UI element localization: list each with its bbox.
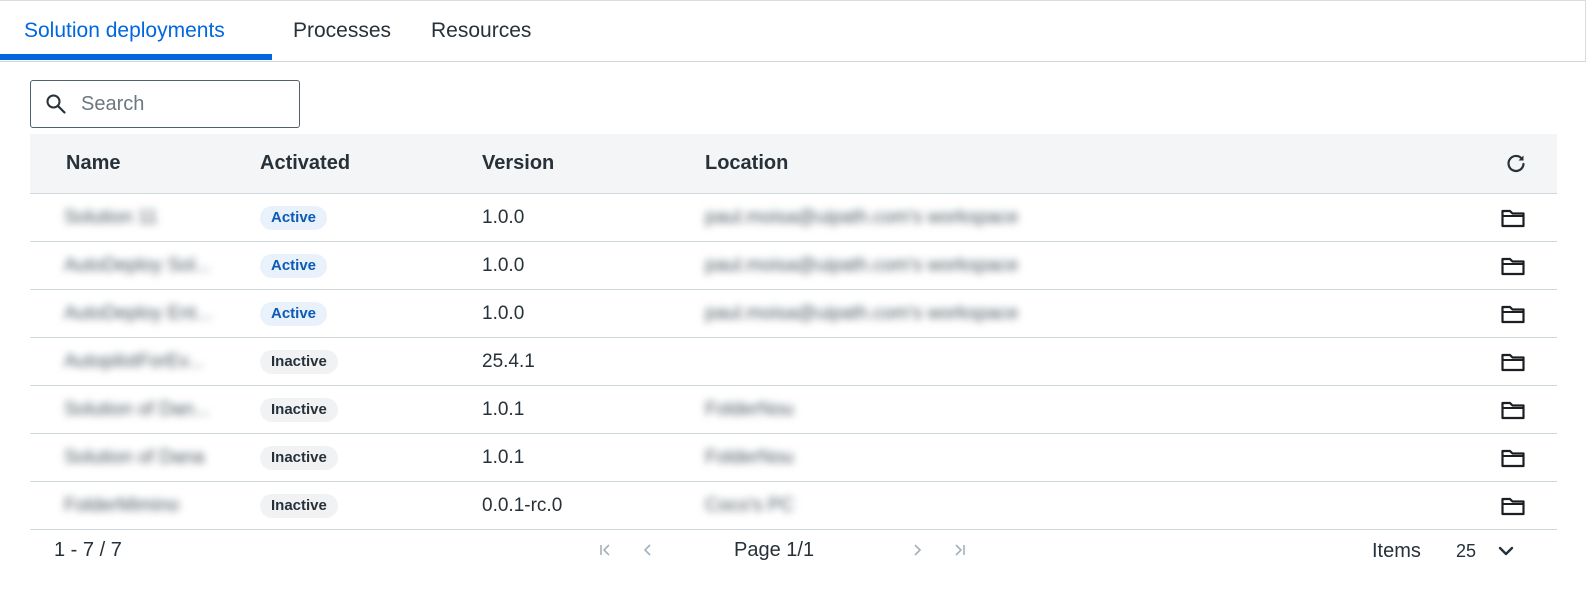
status-badge: Active xyxy=(260,206,328,230)
last-page-icon[interactable] xyxy=(947,538,971,562)
folder-icon[interactable] xyxy=(1500,302,1526,326)
active-tab-indicator xyxy=(0,54,272,60)
next-page-icon[interactable] xyxy=(905,538,929,562)
row-version: 1.0.1 xyxy=(482,399,525,420)
tab-bar: Solution deployments Processes Resources xyxy=(0,1,1586,62)
items-per-page-label: Items xyxy=(1372,540,1421,562)
row-location: paul.moisa@uipath.com's workspace xyxy=(705,207,1019,228)
search-box[interactable] xyxy=(30,80,300,128)
table-row[interactable]: Solution 11 Active 1.0.0 paul.moisa@uipa… xyxy=(30,194,1557,242)
status-badge: Inactive xyxy=(260,350,338,374)
items-per-page-value: 25 xyxy=(1456,541,1477,561)
tab-resources[interactable]: Resources xyxy=(431,1,531,61)
column-header-name[interactable]: Name xyxy=(66,134,120,192)
folder-icon[interactable] xyxy=(1500,350,1526,374)
row-name[interactable]: AutoDeploy Ent... xyxy=(64,290,212,337)
folder-icon[interactable] xyxy=(1500,494,1526,518)
folder-icon[interactable] xyxy=(1500,206,1526,230)
row-name[interactable]: Solution of Dan... xyxy=(64,386,210,433)
folder-icon[interactable] xyxy=(1500,446,1526,470)
tab-solution-deployments[interactable]: Solution deployments xyxy=(24,1,225,61)
search-input[interactable] xyxy=(81,89,286,119)
folder-icon[interactable] xyxy=(1500,398,1526,422)
table-row[interactable]: AutoDeploy Ent... Active 1.0.0 paul.mois… xyxy=(30,290,1557,338)
tab-processes[interactable]: Processes xyxy=(293,1,391,61)
row-location: FolderNou xyxy=(705,447,794,468)
status-badge: Inactive xyxy=(260,494,338,518)
row-name[interactable]: Solution of Dana xyxy=(64,434,205,481)
row-name[interactable]: Solution 11 xyxy=(64,194,158,241)
row-location: Coco's PC xyxy=(705,495,795,516)
row-version: 1.0.1 xyxy=(482,447,525,468)
row-name[interactable]: FolderMimino xyxy=(64,482,179,529)
table-row[interactable]: AutopilotForEv... Inactive 25.4.1 xyxy=(30,338,1557,386)
row-version: 1.0.0 xyxy=(482,255,525,276)
row-version: 0.0.1-rc.0 xyxy=(482,495,563,516)
row-location: paul.moisa@uipath.com's workspace xyxy=(705,303,1019,324)
column-header-activated[interactable]: Activated xyxy=(260,134,350,192)
column-header-location[interactable]: Location xyxy=(705,134,788,192)
item-range: 1 - 7 / 7 xyxy=(54,539,122,561)
items-per-page-select[interactable]: 25 xyxy=(1450,533,1532,569)
pagination-bar: 1 - 7 / 7 Page 1/1 Items 25 xyxy=(30,525,1557,577)
row-version: 25.4.1 xyxy=(482,351,535,372)
column-header-version[interactable]: Version xyxy=(482,134,554,192)
page-indicator: Page 1/1 xyxy=(734,539,815,561)
chevron-down-icon xyxy=(1498,546,1514,556)
folder-icon[interactable] xyxy=(1500,254,1526,278)
row-name[interactable]: AutopilotForEv... xyxy=(64,338,203,385)
search-icon xyxy=(46,94,66,114)
table-row[interactable]: Solution of Dana Inactive 1.0.1 FolderNo… xyxy=(30,434,1557,482)
table-row[interactable]: FolderMimino Inactive 0.0.1-rc.0 Coco's … xyxy=(30,482,1557,530)
row-location: FolderNou xyxy=(705,399,794,420)
previous-page-icon[interactable] xyxy=(636,538,660,562)
status-badge: Inactive xyxy=(260,446,338,470)
table-row[interactable]: AutoDeploy Sol... Active 1.0.0 paul.mois… xyxy=(30,242,1557,290)
refresh-icon[interactable] xyxy=(1504,152,1528,176)
row-name[interactable]: AutoDeploy Sol... xyxy=(64,242,211,289)
first-page-icon[interactable] xyxy=(594,538,618,562)
status-badge: Inactive xyxy=(260,398,338,422)
row-version: 1.0.0 xyxy=(482,207,525,228)
table-header: Name Activated Version Location xyxy=(30,134,1557,194)
status-badge: Active xyxy=(260,302,328,326)
status-badge: Active xyxy=(260,254,328,278)
row-location: paul.moisa@uipath.com's workspace xyxy=(705,255,1019,276)
row-version: 1.0.0 xyxy=(482,303,525,324)
deployments-table: Name Activated Version Location Solution… xyxy=(30,134,1557,530)
table-row[interactable]: Solution of Dan... Inactive 1.0.1 Folder… xyxy=(30,386,1557,434)
